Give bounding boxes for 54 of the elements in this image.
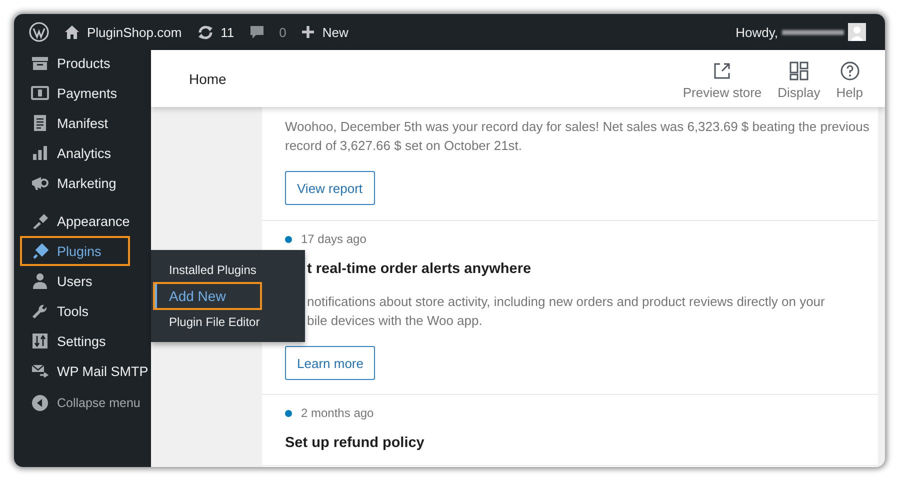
new-link[interactable]: New [301, 24, 348, 40]
document-icon [31, 114, 49, 132]
collapse-menu-button[interactable]: Collapse menu [21, 389, 146, 417]
sidebar-item[interactable]: Plugins [21, 237, 129, 265]
refresh-icon [196, 24, 214, 40]
item-title: Set up refund policy [285, 435, 426, 451]
updates-link[interactable]: 11 [196, 24, 234, 40]
sidebar-item[interactable]: Manifest [21, 109, 129, 137]
submenu-item[interactable]: Installed Plugins [157, 257, 264, 283]
wordpress-logo-icon [29, 22, 49, 42]
sidebar-item[interactable]: Payments [21, 79, 129, 107]
submenu-item[interactable]: Add New [154, 283, 261, 309]
avatar-icon [848, 23, 866, 41]
action-button[interactable]: Learn more [285, 346, 376, 380]
sliders-icon [31, 332, 49, 350]
plus-icon [301, 25, 316, 39]
blurred-name [782, 30, 844, 34]
bar-chart-icon [31, 144, 49, 162]
unread-dot [285, 236, 292, 242]
header-action[interactable]: Display [778, 58, 820, 100]
header-action[interactable]: Help [836, 58, 863, 100]
action-button[interactable]: View report [285, 171, 375, 205]
item-title: t real-time order alerts anywhere [306, 261, 532, 277]
sidebar-item[interactable]: WP Mail SMTP [21, 357, 151, 385]
left-arrow-circle-icon [31, 394, 49, 412]
comment-bubble-icon [249, 24, 266, 40]
item-date: 2 months ago [301, 406, 374, 420]
envelope-arrow-icon [31, 362, 49, 380]
site-link[interactable]: PluginShop.com [64, 24, 182, 40]
item-text: Woohoo, December 5th was your record day for sales! Net sales was 6,323.69 $ beating the previous record of 3,627.66 $ set on October 21st. [285, 118, 868, 155]
wrench-icon [31, 302, 49, 320]
item-text: notifications about store activity, including new orders and product reviews directly on your bile devices with the Woo app. [306, 293, 826, 330]
layout-grid-icon [788, 60, 809, 80]
sidebar-item[interactable]: Tools [21, 297, 129, 325]
item-date: 17 days ago [301, 232, 366, 246]
home-icon [64, 24, 80, 40]
sidebar-item[interactable]: Analytics [21, 139, 129, 167]
header-action[interactable]: Preview store [682, 58, 762, 100]
sidebar-item[interactable]: Users [21, 267, 129, 295]
help-icon [840, 60, 860, 80]
sidebar-item[interactable]: Appearance [21, 207, 136, 235]
megaphone-icon [31, 174, 49, 192]
unread-dot [285, 410, 292, 416]
sidebar-item[interactable]: Settings [21, 327, 129, 355]
submenu-item[interactable]: Plugin File Editor [157, 309, 264, 335]
comments-link[interactable]: 0 [249, 24, 286, 40]
external-link-icon [712, 60, 732, 80]
page-title: Home [189, 70, 226, 86]
user-icon [31, 272, 49, 290]
archive-box-icon [31, 54, 49, 72]
sidebar-item[interactable]: Marketing [21, 169, 129, 197]
sidebar-item[interactable]: Products [21, 50, 129, 77]
account-link[interactable]: Howdy, [736, 23, 866, 41]
paintbrush-icon [31, 212, 49, 230]
